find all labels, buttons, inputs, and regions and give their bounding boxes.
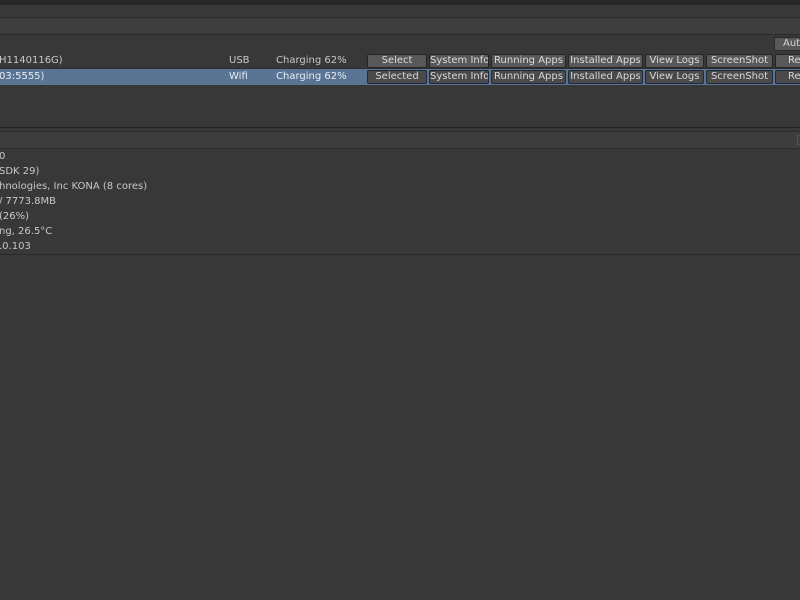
info-line: (26%) [0, 211, 30, 222]
auto-button[interactable]: Auto [774, 37, 800, 51]
device-manager-window: Auto H1140116G) USB Charging 62% Select … [0, 0, 800, 600]
info-line: .0.103 [0, 241, 31, 252]
system-info-button[interactable]: System Info [429, 70, 489, 84]
installed-apps-button[interactable]: Installed Apps [568, 54, 643, 68]
screenshot-button[interactable]: ScreenShot [706, 70, 773, 84]
toolbar [0, 17, 800, 35]
info-line: / 7773.8MB [0, 196, 57, 207]
device-row-selected: 03:5555) Wifi Charging 62% Selected Syst… [0, 69, 800, 85]
device-status: Charging 62% [276, 55, 347, 66]
view-logs-button[interactable]: View Logs [645, 70, 704, 84]
running-apps-button[interactable]: Running Apps [491, 54, 566, 68]
selected-button[interactable]: Selected [367, 70, 427, 84]
reboot-button[interactable]: Re [775, 70, 800, 84]
device-connection: USB [229, 55, 250, 66]
system-info-header [0, 131, 800, 149]
installed-apps-button[interactable]: Installed Apps [568, 70, 643, 84]
info-line: hnologies, Inc KONA (8 cores) [0, 181, 148, 192]
info-line: SDK 29) [0, 166, 40, 177]
top-spacer [0, 5, 800, 17]
empty-content-area [0, 255, 800, 600]
system-info-panel: 0 SDK 29) hnologies, Inc KONA (8 cores) … [0, 149, 800, 255]
info-line: 0 [0, 151, 6, 162]
screenshot-button[interactable]: ScreenShot [706, 54, 773, 68]
select-button[interactable]: Select [367, 54, 427, 68]
device-list-padding [0, 85, 800, 128]
device-row: H1140116G) USB Charging 62% Select Syste… [0, 53, 800, 69]
system-info-button[interactable]: System Info [429, 54, 489, 68]
device-status: Charging 62% [276, 71, 347, 82]
device-name: H1140116G) [0, 55, 63, 66]
running-apps-button[interactable]: Running Apps [491, 70, 566, 84]
device-connection: Wifi [229, 71, 248, 82]
device-name: 03:5555) [0, 71, 45, 82]
reboot-button[interactable]: Re [775, 54, 800, 68]
info-line: ng, 26.5°C [0, 226, 53, 237]
view-logs-button[interactable]: View Logs [645, 54, 704, 68]
